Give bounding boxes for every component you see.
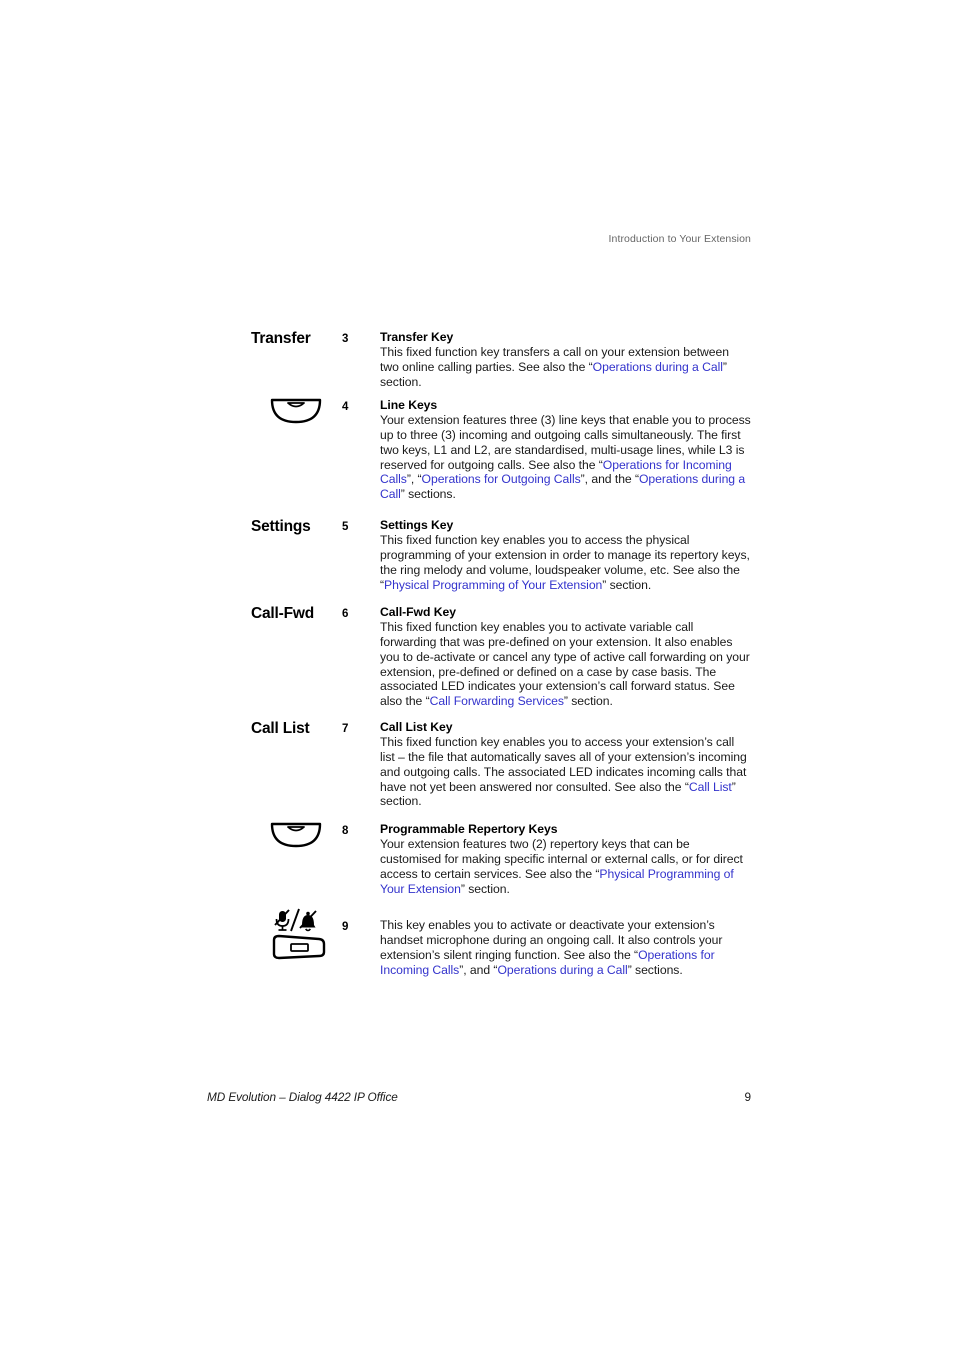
cross-reference-link[interactable]: Call Forwarding Services xyxy=(430,694,564,708)
callout-number: 7 xyxy=(342,723,349,735)
paragraph-text: ” section. xyxy=(563,694,613,709)
cross-reference-link[interactable]: Operations during a Call xyxy=(593,360,723,374)
mute-silent-ring-key-icon xyxy=(269,906,331,964)
cross-reference-link[interactable]: Operations for Outgoing Calls xyxy=(422,472,581,486)
line-key-icon xyxy=(269,819,331,849)
cross-reference-link[interactable]: Operations during a Call xyxy=(497,963,627,977)
key-description-entry: 8 Programmable Repertory Keys Your extensi… xyxy=(251,822,751,896)
cross-reference-link[interactable]: Call List xyxy=(689,780,732,794)
entry-body: Line Keys Your extension features three (… xyxy=(380,398,751,502)
entry-body: This key enables you to activate or deac… xyxy=(380,918,751,977)
callout-number: 6 xyxy=(342,608,349,620)
entry-body: Call-Fwd Key This fixed function key enab… xyxy=(380,605,751,709)
paragraph-text: ” section. xyxy=(460,881,510,896)
paragraph-text: ”, and “ xyxy=(459,962,498,977)
key-name-label: Transfer xyxy=(251,330,311,347)
entry-title: Transfer Key xyxy=(380,330,454,344)
callout-number: 4 xyxy=(342,401,349,413)
entry-title: Settings Key xyxy=(380,518,454,532)
key-illustration xyxy=(269,819,331,859)
running-header: Introduction to Your Extension xyxy=(608,233,751,245)
page-footer: MD Evolution – Dialog 4422 IP Office 9 xyxy=(207,1090,751,1104)
entry-body: Call List Key This fixed function key ena… xyxy=(380,720,751,809)
paragraph-text: ”, and the “ xyxy=(580,472,639,487)
entry-paragraph: This key enables you to activate or deac… xyxy=(380,918,751,977)
entry-paragraph: This fixed function key enables you to a… xyxy=(380,735,751,809)
entry-title: Call List Key xyxy=(380,720,453,734)
paragraph-text: ” section. xyxy=(602,577,652,592)
entry-title: Line Keys xyxy=(380,398,438,412)
key-description-entry: Call List 7 Call List Key This fixed functi… xyxy=(251,720,751,809)
key-description-entry: 4 Line Keys Your extension features three … xyxy=(251,398,751,502)
key-illustration xyxy=(269,906,331,970)
line-key-icon xyxy=(269,395,331,425)
paragraph-text: ” sections. xyxy=(400,487,456,502)
callout-number: 5 xyxy=(342,521,349,533)
key-description-entry: 9 This key enables you to activate or dea… xyxy=(251,908,751,977)
key-illustration xyxy=(269,395,331,435)
callout-number: 9 xyxy=(342,921,349,933)
entry-paragraph: This fixed function key enables you to a… xyxy=(380,620,751,709)
paragraph-text: ” sections. xyxy=(627,962,683,977)
footer-page-number: 9 xyxy=(744,1090,752,1104)
key-description-entry: Call-Fwd 6 Call-Fwd Key This fixed function… xyxy=(251,605,751,709)
key-description-entry: Settings 5 Settings Key This fixed function… xyxy=(251,518,751,592)
key-name-label: Call-Fwd xyxy=(251,605,314,622)
cross-reference-link[interactable]: Physical Programming of Your Extension xyxy=(384,578,602,592)
key-name-label: Call List xyxy=(251,720,310,737)
entry-paragraph: This fixed function key transfers a call… xyxy=(380,345,751,390)
entry-paragraph: Your extension features three (3) line k… xyxy=(380,413,751,502)
entry-title: Call-Fwd Key xyxy=(380,605,456,619)
document-page: Introduction to Your Extension Transfer 3… xyxy=(0,0,954,1350)
entry-body: Transfer Key This fixed function key tran… xyxy=(380,330,751,390)
entry-body: Settings Key This fixed function key enab… xyxy=(380,518,751,592)
callout-number: 3 xyxy=(342,333,349,345)
callout-number: 8 xyxy=(342,825,349,837)
footer-document-title: MD Evolution – Dialog 4422 IP Office xyxy=(207,1090,398,1104)
paragraph-text: ”, “ xyxy=(406,472,422,487)
key-name-label: Settings xyxy=(251,518,311,535)
entry-paragraph: Your extension features two (2) repertor… xyxy=(380,837,751,896)
entry-paragraph: This fixed function key enables you to a… xyxy=(380,533,751,592)
key-description-entry: Transfer 3 Transfer Key This fixed function… xyxy=(251,330,751,390)
entry-body: Programmable Repertory Keys Your extensio… xyxy=(380,822,751,896)
entry-title: Programmable Repertory Keys xyxy=(380,822,558,836)
